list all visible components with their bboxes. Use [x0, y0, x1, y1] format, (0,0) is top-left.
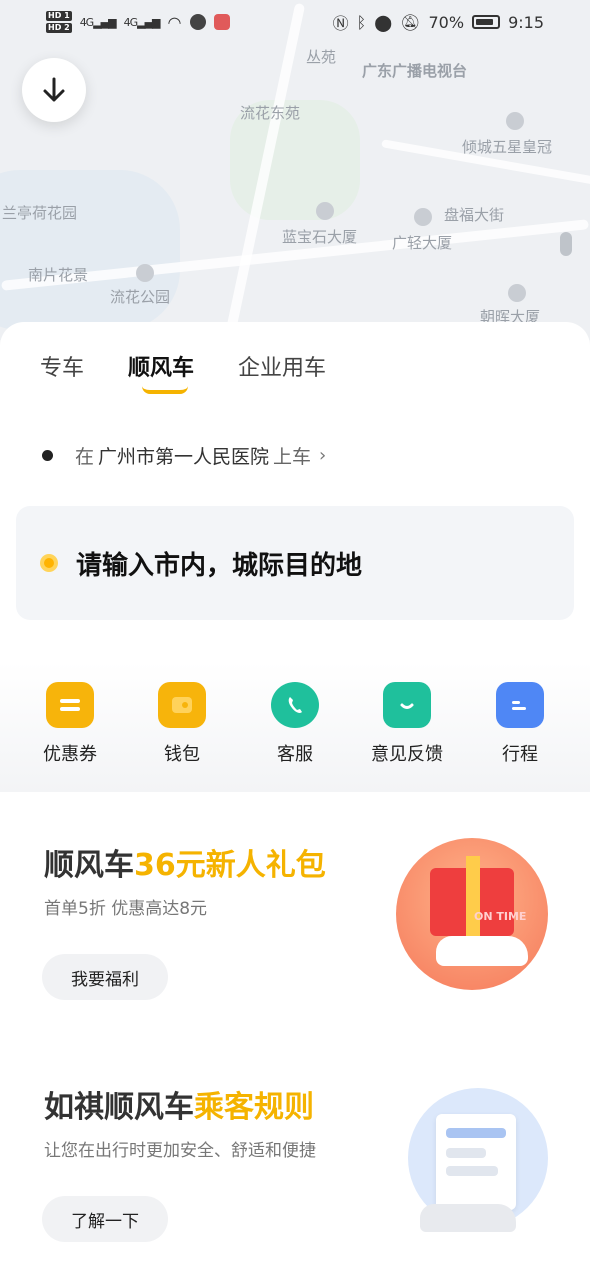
clock: 9:15	[508, 12, 544, 32]
phone-icon	[271, 682, 319, 728]
rules-card[interactable]: 如祺顺风车乘客规则 让您在出行时更加安全、舒适和便捷 了解一下	[18, 1048, 572, 1268]
car-icon	[436, 936, 528, 966]
mute-icon: 🔕︎	[400, 12, 421, 32]
car-icon	[420, 1204, 516, 1232]
tab-active-indicator	[142, 386, 189, 394]
wifi-icon: ◠	[167, 12, 182, 32]
map-label: 广轻大厦	[392, 234, 453, 252]
map-label: 兰亭荷花园	[2, 204, 78, 222]
battery-icon	[472, 15, 501, 29]
bus-stop-icon	[136, 264, 154, 282]
document-icon	[436, 1114, 516, 1210]
map-label: 流花公园	[110, 288, 171, 306]
coupon-icon	[46, 682, 94, 728]
learn-more-button[interactable]: 了解一下	[42, 1196, 168, 1242]
calendar-icon	[496, 682, 544, 728]
wallet-icon	[158, 682, 206, 728]
pickup-location[interactable]: 在 广州市第一人民医院 上车 ›	[42, 442, 326, 469]
pickup-place: 广州市第一人民医院	[98, 446, 270, 468]
quick-feedback[interactable]: 意见反馈	[357, 682, 457, 766]
collapse-button[interactable]	[22, 58, 86, 122]
ontime-badge: ON TIME	[474, 910, 527, 923]
nfc-icon: Ⓝ	[332, 14, 349, 33]
chevron-right-icon: ›	[319, 445, 327, 466]
destination-dot-icon	[40, 554, 58, 572]
promo-card[interactable]: 顺风车36元新人礼包 首单5折 优惠高达8元 我要福利 ON TIME	[18, 806, 572, 1024]
feedback-icon	[383, 682, 431, 728]
map-label: 流花东苑	[240, 104, 301, 122]
gift-ribbon	[466, 856, 480, 940]
traffic-light-icon	[560, 232, 572, 256]
rules-subtitle: 让您在出行时更加安全、舒适和便捷	[44, 1141, 316, 1161]
signal-icon: 4G▂▄▆	[79, 15, 117, 29]
battery-percent: 70%	[428, 12, 465, 32]
map-label: 蓝宝石大厦	[282, 228, 358, 246]
tab-carpool[interactable]: 顺风车	[128, 350, 194, 394]
service-tabs: 专车 顺风车 企业用车	[40, 350, 326, 394]
map-label: 广东广播电视台	[362, 62, 468, 80]
poi-icon	[414, 208, 432, 226]
pickup-dot-icon	[42, 450, 53, 461]
location-icon: ⬤	[374, 12, 393, 32]
map-label: 盘福大街	[444, 206, 505, 224]
destination-input[interactable]: 请输入市内，城际目的地	[16, 506, 574, 620]
tab-enterprise[interactable]: 企业用车	[238, 350, 326, 382]
claim-benefit-button[interactable]: 我要福利	[42, 954, 168, 1000]
quick-trips[interactable]: 行程	[470, 682, 570, 766]
gift-illustration: ON TIME	[396, 838, 548, 990]
arrow-down-icon	[43, 77, 65, 102]
map-label: 丛苑	[306, 48, 337, 66]
status-bar: HD 1 HD 2 4G▂▄▆ 4G▂▄▆ ◠ Ⓝ ᛒ ⬤ 🔕︎ 70% 9:1…	[0, 0, 590, 44]
tab-premium[interactable]: 专车	[40, 350, 84, 382]
map-view[interactable]: 丛苑 广东广播电视台 流花东苑 倾城五星皇冠 兰亭荷花园 盘福大街 蓝宝石大厦 …	[0, 0, 590, 340]
poi-icon	[508, 284, 526, 302]
signal-icon: 4G▂▄▆	[123, 15, 161, 29]
promo-title: 顺风车36元新人礼包	[44, 848, 326, 883]
quick-actions: 优惠券 钱包 客服 意见反馈 行程	[0, 662, 590, 792]
quick-wallet[interactable]: 钱包	[132, 682, 232, 766]
profile-icon	[189, 14, 206, 30]
rules-illustration	[396, 1088, 548, 1238]
poi-icon	[316, 202, 334, 220]
quick-service[interactable]: 客服	[245, 682, 345, 766]
rules-title: 如祺顺风车乘客规则	[44, 1090, 314, 1125]
quick-coupon[interactable]: 优惠券	[20, 682, 120, 766]
destination-placeholder: 请输入市内，城际目的地	[76, 550, 363, 581]
app-notification-icon	[213, 14, 230, 30]
bluetooth-icon: ᛒ	[356, 12, 367, 32]
poi-icon	[506, 112, 524, 130]
promo-subtitle: 首单5折 优惠高达8元	[44, 899, 208, 919]
map-label: 倾城五星皇冠	[462, 138, 553, 156]
map-label: 南片花景	[28, 266, 89, 284]
hd-indicator: HD 1 HD 2	[46, 11, 72, 33]
